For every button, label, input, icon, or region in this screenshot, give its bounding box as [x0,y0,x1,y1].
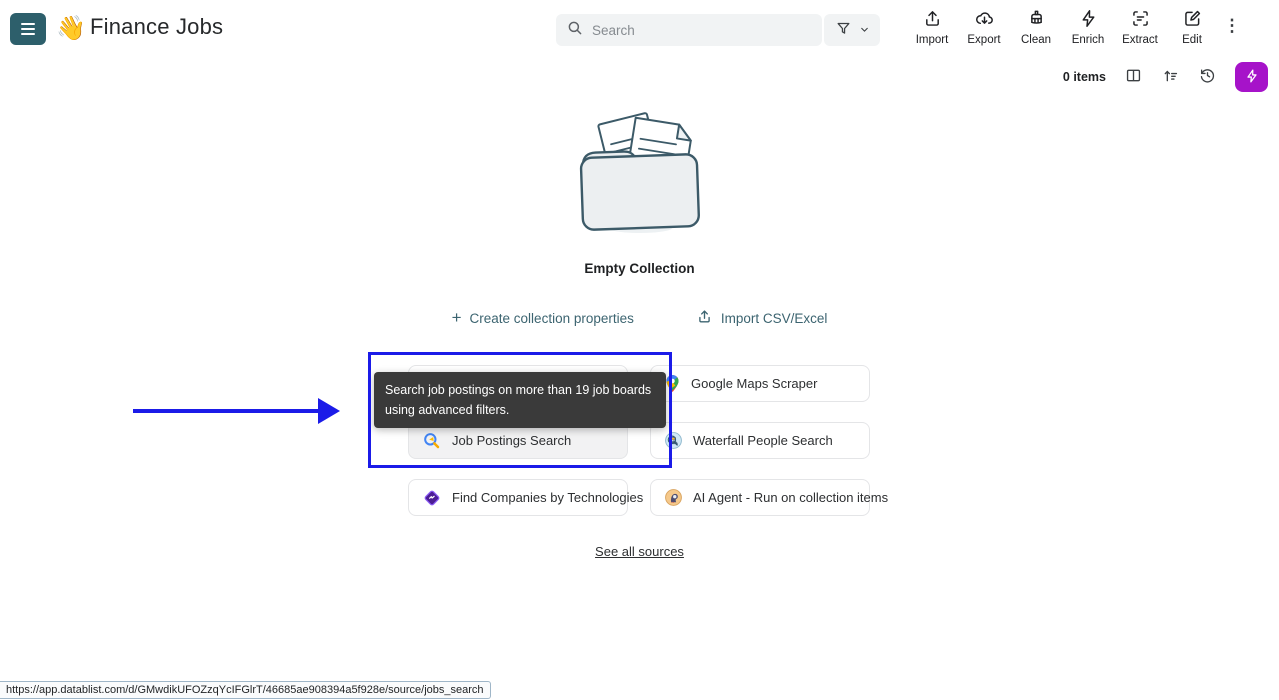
source-button-ai-agent[interactable]: AI Agent - Run on collection items [650,479,870,516]
split-view-button[interactable] [1124,66,1143,88]
export-button[interactable]: Export [958,8,1010,46]
sort-button[interactable] [1161,66,1180,88]
see-all-sources-link[interactable]: See all sources [595,544,684,559]
filter-button[interactable] [824,14,880,46]
edit-button[interactable]: Edit [1166,8,1218,46]
search-input[interactable] [592,23,812,38]
split-view-icon [1124,66,1143,88]
history-button[interactable] [1198,66,1217,88]
edit-pencil-icon [1182,8,1203,32]
source-button-find-companies-by-technologies[interactable]: Find Companies by Technologies [408,479,628,516]
quick-actions-button[interactable] [1235,62,1268,92]
search-icon [566,19,584,42]
people-search-icon [664,431,683,450]
status-bar-url: https://app.datablist.com/d/GMwdikUFOZzq… [0,681,491,699]
clean-button[interactable]: Clean [1010,8,1062,46]
extract-button[interactable]: Extract [1114,8,1166,46]
source-button-google-maps-scraper[interactable]: Google Maps Scraper [650,365,870,402]
clean-label: Clean [1021,34,1051,46]
page-title: Finance Jobs [90,14,223,40]
import-csv-label: Import CSV/Excel [721,311,828,326]
create-properties-link[interactable]: + Create collection properties [452,308,634,328]
enrich-button[interactable]: Enrich [1062,8,1114,46]
create-properties-label: Create collection properties [470,311,634,326]
items-count: 0 items [1063,70,1106,84]
chevron-down-icon [859,23,870,38]
scan-text-icon [1130,8,1151,32]
see-all-sources-row: See all sources [0,543,1279,561]
tech-diamond-icon [422,488,442,508]
wave-emoji: 👋 [56,14,86,44]
kebab-menu-icon[interactable]: ⋮ [1220,16,1244,36]
flash-icon [1244,68,1260,87]
source-button-waterfall-people-search[interactable]: Waterfall People Search [650,422,870,459]
enrich-label: Enrich [1072,34,1105,46]
extract-label: Extract [1122,34,1158,46]
import-csv-link[interactable]: Import CSV/Excel [696,308,828,328]
upload-icon [696,308,713,328]
empty-actions-row: + Create collection properties Import CS… [0,308,1279,328]
header-toolbar: Import Export [906,8,1268,54]
bolt-icon [1078,8,1099,32]
hamburger-menu-button[interactable] [10,13,46,45]
search-box[interactable] [556,14,822,46]
brush-icon [1026,8,1047,32]
plus-icon: + [452,311,462,325]
import-button[interactable]: Import [906,8,958,46]
funnel-icon [835,20,852,40]
ai-agent-icon [664,488,683,507]
header: 👋 Finance Jobs [0,0,1279,60]
tooltip: Search job postings on more than 19 job … [374,372,666,428]
upload-icon [922,8,943,32]
job-search-icon [422,431,442,451]
empty-collection-title: Empty Collection [0,261,1279,276]
import-label: Import [916,34,949,46]
app-window: 👋 Finance Jobs [0,0,1279,700]
cloud-download-icon [974,8,995,32]
annotation-arrow [133,409,323,413]
history-icon [1198,66,1217,88]
hamburger-icon [21,23,35,35]
empty-folder-illustration [572,94,708,236]
export-label: Export [967,34,1000,46]
sort-icon [1161,66,1180,88]
edit-label: Edit [1182,34,1202,46]
annotation-arrow-head [318,398,340,424]
google-maps-pin-icon [664,374,681,393]
collection-subtoolbar: 0 items [1063,60,1268,94]
